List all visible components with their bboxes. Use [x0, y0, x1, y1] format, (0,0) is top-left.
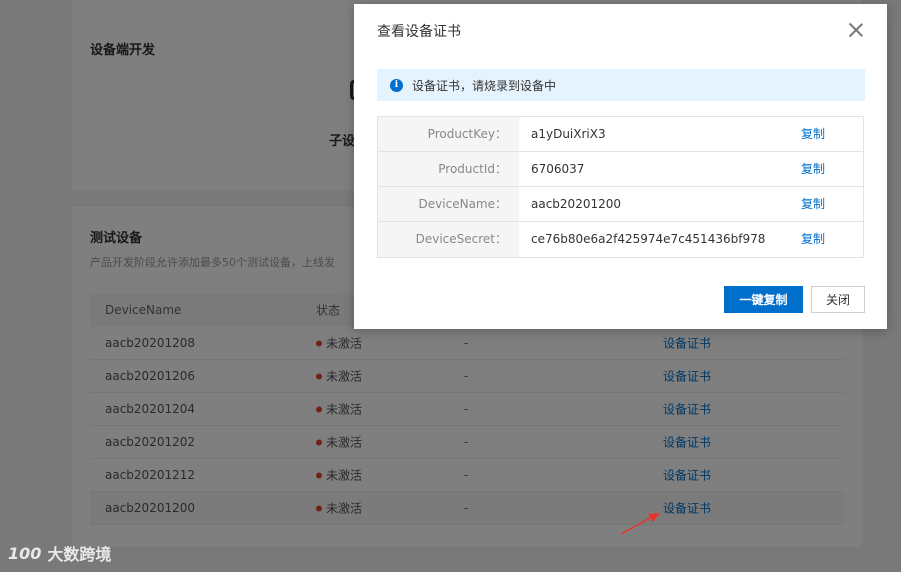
watermark-text: 大数跨境 — [47, 545, 112, 564]
annotation-arrow — [620, 513, 660, 535]
watermark: 100 大数跨境 — [8, 541, 111, 565]
watermark-logo: 100 — [8, 543, 42, 563]
